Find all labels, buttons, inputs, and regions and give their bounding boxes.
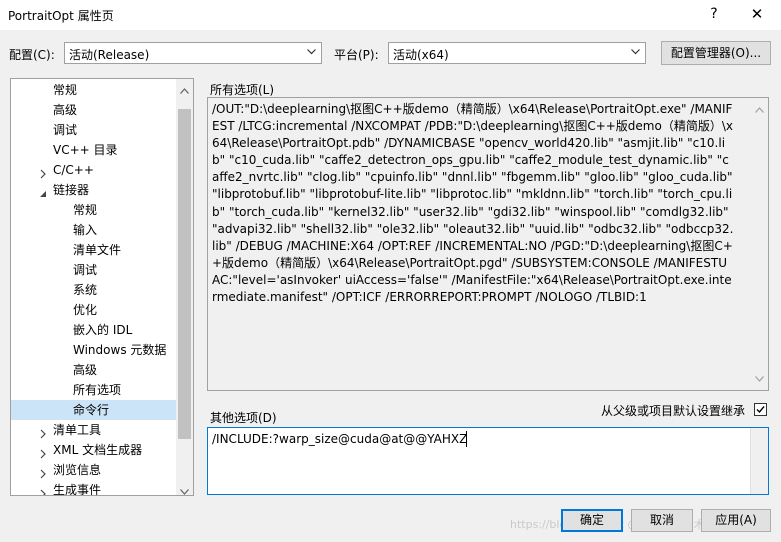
chevron-down-icon: [631, 49, 640, 57]
config-label: 配置(C):: [9, 48, 55, 62]
tree-item-label: 命令行: [73, 403, 110, 417]
tree-item-label: 常规: [73, 203, 98, 217]
tree-item[interactable]: 高级: [11, 100, 176, 120]
help-button[interactable]: ?: [702, 3, 726, 25]
chevron-right-icon[interactable]: [38, 165, 48, 179]
other-options-scrollbar[interactable]: [750, 428, 768, 494]
tree-item-label: Windows 元数据: [73, 343, 167, 357]
tree-item-label: 所有选项: [73, 383, 122, 397]
chevron-right-icon[interactable]: [38, 465, 48, 479]
tree-item[interactable]: 清单文件: [11, 240, 176, 260]
chevron-right-icon[interactable]: [38, 425, 48, 439]
tree-item-label: 调试: [53, 123, 78, 137]
tree-item[interactable]: C/C++: [11, 160, 176, 180]
cancel-button[interactable]: 取消: [631, 509, 693, 532]
tree-item-label: 生成事件: [53, 483, 102, 496]
tree-item[interactable]: VC++ 目录: [11, 140, 176, 160]
apply-button[interactable]: 应用(A): [701, 509, 771, 532]
tree-item[interactable]: 所有选项: [11, 380, 176, 400]
tree-item[interactable]: 常规: [11, 80, 176, 100]
chevron-down-icon: [307, 49, 316, 57]
other-options-input[interactable]: /INCLUDE:?warp_size@cuda@at@@YAHXZ: [207, 427, 769, 495]
checkmark-icon: [756, 406, 765, 414]
tree-scrollbar[interactable]: [176, 79, 193, 495]
close-button[interactable]: ✕: [740, 3, 774, 25]
config-combo-value: 活动(Release): [69, 48, 150, 62]
expanded-triangle-icon[interactable]: [38, 185, 48, 197]
tree-item[interactable]: 嵌入的 IDL: [11, 320, 176, 340]
tree-item-label: 系统: [73, 283, 98, 297]
scroll-up-icon[interactable]: [755, 102, 764, 116]
tree-item[interactable]: 浏览信息: [11, 460, 176, 480]
all-options-scrollbar[interactable]: [751, 98, 768, 390]
chevron-right-icon[interactable]: [38, 445, 48, 459]
platform-combo-value: 活动(x64): [393, 48, 449, 62]
ok-button[interactable]: 确定: [561, 509, 623, 532]
all-options-label: 所有选项(L): [210, 83, 275, 97]
tree-item-label: VC++ 目录: [53, 143, 118, 157]
all-options-box[interactable]: /OUT:"D:\deeplearning\抠图C++版demo（精简版）\x6…: [207, 97, 769, 391]
scroll-down-icon[interactable]: [180, 484, 189, 495]
tree-item[interactable]: 链接器: [11, 180, 176, 200]
tree-item-label: 常规: [53, 83, 78, 97]
title-bar: [0, 0, 781, 30]
platform-label: 平台(P):: [334, 48, 379, 62]
tree-item[interactable]: 命令行: [11, 400, 176, 420]
tree-item-label: 优化: [73, 303, 98, 317]
tree-item[interactable]: 输入: [11, 220, 176, 240]
scroll-up-icon[interactable]: [180, 83, 189, 94]
tree-item[interactable]: 调试: [11, 120, 176, 140]
scroll-down-icon[interactable]: [755, 371, 764, 385]
tree-item-label: 浏览信息: [53, 463, 102, 477]
tree-item[interactable]: 常规: [11, 200, 176, 220]
tree-item[interactable]: 调试: [11, 260, 176, 280]
other-options-value: /INCLUDE:?warp_size@cuda@at@@YAHXZ: [212, 432, 468, 446]
tree-item-label: C/C++: [53, 163, 94, 177]
tree-item[interactable]: 清单工具: [11, 420, 176, 440]
platform-combo[interactable]: 活动(x64): [388, 42, 646, 64]
tree-item-label: 清单文件: [73, 243, 122, 257]
tree-item-label: 嵌入的 IDL: [73, 323, 133, 337]
tree-item[interactable]: Windows 元数据: [11, 340, 176, 360]
tree-item[interactable]: 生成事件: [11, 480, 176, 496]
config-manager-button[interactable]: 配置管理器(O)...: [661, 41, 771, 65]
tree-item[interactable]: 高级: [11, 360, 176, 380]
tree-item[interactable]: XML 文档生成器: [11, 440, 176, 460]
all-options-text: /OUT:"D:\deeplearning\抠图C++版demo（精简版）\x6…: [212, 102, 734, 305]
property-tree[interactable]: 常规 高级 调试 VC++ 目录 C/C++ 链接器 常规 输入 清单文件 调试 系统 优化 嵌入的 I…: [10, 78, 194, 496]
tree-item-label: 清单工具: [53, 423, 102, 437]
tree-item[interactable]: 优化: [11, 300, 176, 320]
tree-item-label: XML 文档生成器: [53, 443, 143, 457]
config-combo[interactable]: 活动(Release): [64, 42, 322, 64]
inherit-checkbox[interactable]: [754, 403, 767, 416]
chevron-right-icon[interactable]: [38, 485, 48, 495]
window-title: PortraitOpt 属性页: [8, 9, 114, 23]
tree-item-label: 高级: [53, 103, 78, 117]
tree-item[interactable]: 系统: [11, 280, 176, 300]
tree-item-label: 链接器: [53, 183, 90, 197]
tree-scroll-thumb[interactable]: [178, 109, 191, 439]
text-caret: [466, 431, 467, 447]
inherit-label: 从父级或项目默认设置继承: [601, 404, 746, 418]
tree-item-label: 输入: [73, 223, 98, 237]
tree-item-label: 调试: [73, 263, 98, 277]
other-options-label: 其他选项(D): [210, 411, 277, 425]
tree-item-label: 高级: [73, 363, 98, 377]
